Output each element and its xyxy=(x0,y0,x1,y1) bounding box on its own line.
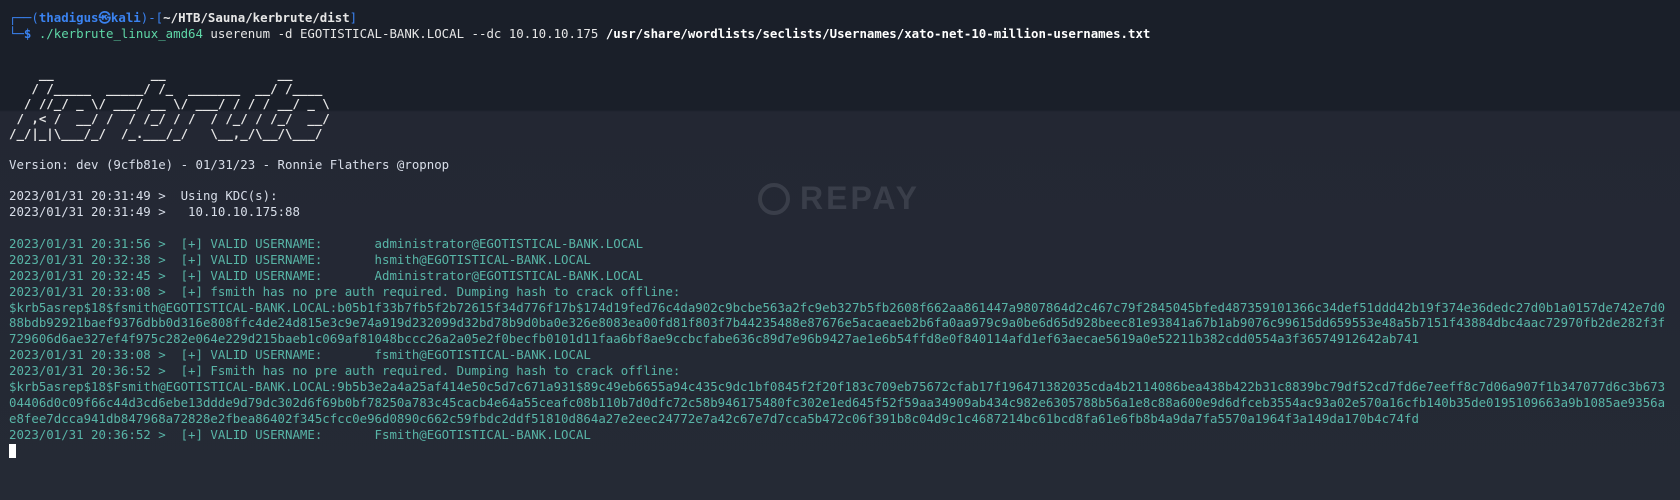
prompt-path: ~/HTB/Sauna/kerbrute/dist xyxy=(163,10,350,25)
recycle-icon xyxy=(758,182,790,215)
watermark-text: REPAY xyxy=(800,180,920,216)
banner-art-line: /_/|_|\___/_/ /_.___/_/ \__,_/\__/\___/ xyxy=(9,125,330,141)
terminal-window[interactable]: ┌──(thadigus㉿kali)-[~/HTB/Sauna/kerbrute… xyxy=(0,0,1680,500)
command-arguments: userenum -d EGOTISTICAL-BANK.LOCAL --dc … xyxy=(202,25,606,41)
prompt-bracket-close: ] xyxy=(349,10,358,25)
banner-art-line: __ __ __ xyxy=(9,65,330,81)
log-line: 2023/01/31 20:31:56 > [+] VALID USERNAME… xyxy=(9,236,644,252)
prompt-line-top: ┌──(thadigus㉿kali)-[~/HTB/Sauna/kerbrute… xyxy=(9,10,1671,26)
prompt-dollar: └─$ xyxy=(9,25,39,41)
prompt-user-host: thadigus㉿kali xyxy=(38,10,141,25)
log-line: 2023/01/31 20:33:08 > [+] VALID USERNAME… xyxy=(9,347,591,363)
prompt-bracket-open: ┌──( xyxy=(9,10,39,25)
command-executable: ./kerbrute_linux_amd64 xyxy=(38,25,203,41)
text-cursor xyxy=(9,444,16,459)
log-line: 2023/01/31 20:33:08 > [+] fsmith has no … xyxy=(9,283,681,299)
version-line: Version: dev (9cfb81e) - 01/31/23 - Ronn… xyxy=(9,156,450,172)
input-line[interactable] xyxy=(9,443,1671,459)
log-line: 2023/01/31 20:32:38 > [+] VALID USERNAME… xyxy=(9,251,591,267)
kerbrute-ascii-banner: __ __ __ / /_____ _____/ /_ _______ __/ … xyxy=(9,66,1671,141)
asrep-hash-block: $krb5asrep$18$fsmith@EGOTISTICAL-BANK.LO… xyxy=(9,299,1666,347)
log-line: 2023/01/31 20:32:45 > [+] VALID USERNAME… xyxy=(9,267,644,283)
banner-art-line: / /_____ _____/ /_ _______ __/ /____ xyxy=(9,80,330,96)
command-line: └─$ ./kerbrute_linux_amd64 userenum -d E… xyxy=(9,26,1671,42)
command-wordlist-path: /usr/share/wordlists/seclists/Usernames/… xyxy=(605,25,1151,41)
banner-art-line: / //_/ _ \/ ___/ __ \/ ___/ / / / __/ _ … xyxy=(9,95,330,111)
banner-art-line: / ,< / __/ / / /_/ / / / /_/ / /_/ __/ xyxy=(9,110,330,126)
asrep-hash-block: $krb5asrep$18$Fsmith@EGOTISTICAL-BANK.LO… xyxy=(9,379,1666,426)
prompt-bracket-mid: )-[ xyxy=(140,10,164,25)
log-line: 2023/01/31 20:36:52 > [+] VALID USERNAME… xyxy=(9,426,591,442)
watermark: REPAY xyxy=(758,180,920,217)
log-line: 2023/01/31 20:36:52 > [+] Fsmith has no … xyxy=(9,363,681,379)
